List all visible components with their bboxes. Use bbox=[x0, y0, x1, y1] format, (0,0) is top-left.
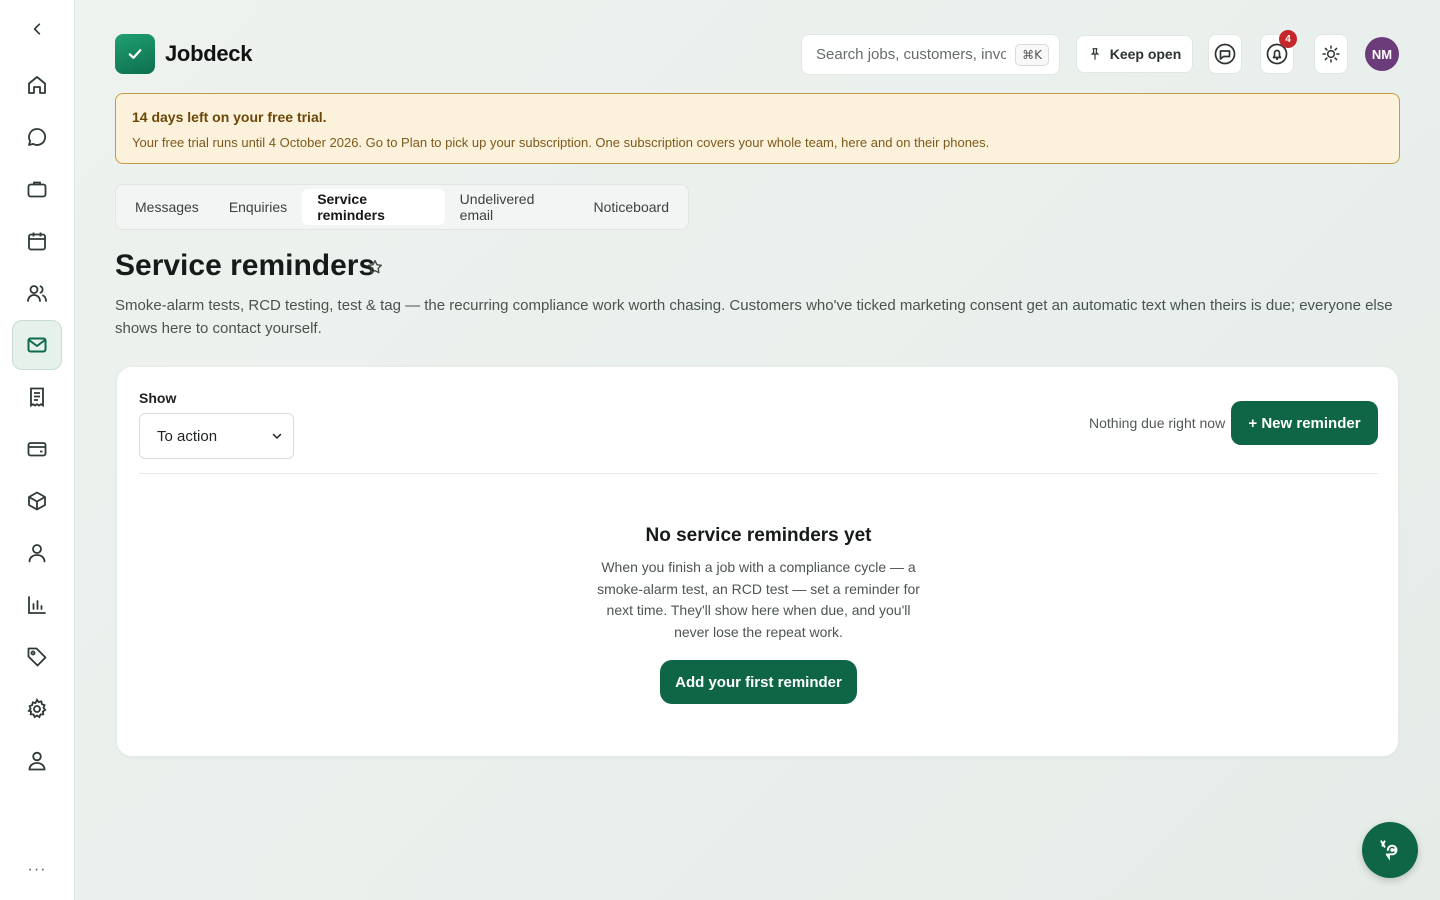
notification-badge: 4 bbox=[1279, 30, 1297, 48]
chat-icon bbox=[28, 128, 46, 146]
chat-bubble-icon bbox=[1214, 43, 1236, 65]
reminders-card: Show To action Nothing due right now + N… bbox=[116, 366, 1399, 757]
tag-icon bbox=[27, 647, 47, 667]
tab-service-reminders[interactable]: Service reminders bbox=[302, 189, 445, 225]
sidebar-item-products[interactable] bbox=[12, 476, 62, 526]
status-text: Nothing due right now bbox=[1089, 415, 1226, 431]
divider bbox=[139, 473, 1378, 474]
show-filter-value: To action bbox=[157, 427, 218, 445]
search-box[interactable]: ⌘K bbox=[801, 34, 1060, 75]
tab-noticeboard[interactable]: Noticeboard bbox=[579, 189, 685, 225]
star-icon bbox=[367, 259, 383, 274]
empty-state-title: No service reminders yet bbox=[645, 525, 872, 546]
calendar-icon bbox=[28, 232, 46, 251]
users-icon bbox=[27, 285, 47, 302]
tab-enquiries[interactable]: Enquiries bbox=[214, 189, 302, 225]
page-title: Service reminders bbox=[115, 249, 376, 282]
trial-banner: 14 days left on your free trial. Your fr… bbox=[115, 93, 1400, 164]
sidebar-item-calendar[interactable] bbox=[12, 216, 62, 266]
new-reminder-button[interactable]: + New reminder bbox=[1231, 401, 1378, 445]
sidebar-item-team[interactable] bbox=[12, 528, 62, 578]
sidebar-item-reports[interactable] bbox=[12, 580, 62, 630]
sidebar-collapse-button[interactable] bbox=[12, 4, 62, 54]
chevron-down-icon bbox=[272, 433, 282, 439]
tab-messages[interactable]: Messages bbox=[120, 189, 214, 225]
sidebar-item-settings[interactable] bbox=[12, 684, 62, 734]
briefcase-icon bbox=[27, 181, 47, 198]
sidebar-more-button[interactable]: ··· bbox=[12, 850, 62, 890]
search-input[interactable] bbox=[816, 46, 1006, 63]
receipt-icon bbox=[30, 387, 44, 408]
sidebar-item-messages[interactable] bbox=[12, 112, 62, 162]
wallet-icon bbox=[27, 442, 47, 457]
brand-name: Jobdeck bbox=[165, 41, 253, 66]
trial-title: 14 days left on your free trial. bbox=[132, 109, 327, 125]
inbox-tabs: Messages Enquiries Service reminders Und… bbox=[115, 184, 689, 230]
page-description: Smoke-alarm tests, RCD testing, test & t… bbox=[115, 297, 1393, 337]
favourite-button[interactable] bbox=[366, 258, 386, 278]
sidebar-item-customers[interactable] bbox=[12, 268, 62, 318]
chevron-left-icon bbox=[33, 23, 41, 35]
sidebar-item-payments[interactable] bbox=[12, 424, 62, 474]
person-icon bbox=[28, 544, 46, 563]
sidebar-item-invoices[interactable] bbox=[12, 372, 62, 422]
pin-icon bbox=[1090, 48, 1100, 60]
empty-state-text: When you finish a job with a compliance … bbox=[597, 559, 920, 640]
gear-icon bbox=[27, 697, 47, 719]
mail-icon bbox=[27, 337, 47, 353]
theme-toggle-button[interactable] bbox=[1314, 34, 1348, 74]
logo[interactable] bbox=[115, 34, 155, 74]
sidebar-item-account[interactable] bbox=[12, 736, 62, 786]
keep-open-button[interactable]: Keep open bbox=[1076, 35, 1193, 73]
keep-open-label: Keep open bbox=[1109, 46, 1182, 62]
user-icon bbox=[28, 751, 46, 771]
help-assistant-button[interactable] bbox=[1362, 822, 1418, 878]
user-avatar[interactable]: NM bbox=[1365, 37, 1399, 71]
sun-icon bbox=[1322, 45, 1340, 63]
assistant-icon bbox=[1380, 840, 1398, 861]
sidebar-item-jobs[interactable] bbox=[12, 164, 62, 214]
trial-text: Your free trial runs until 4 October 202… bbox=[132, 135, 990, 150]
sidebar-item-inbox[interactable] bbox=[12, 320, 62, 370]
show-filter-select[interactable]: To action bbox=[139, 413, 294, 459]
add-first-reminder-button[interactable]: Add your first reminder bbox=[660, 660, 857, 704]
notifications-button[interactable]: 4 bbox=[1260, 30, 1297, 74]
chat-button[interactable] bbox=[1208, 34, 1242, 74]
check-icon bbox=[128, 49, 142, 59]
box-icon bbox=[28, 491, 46, 511]
sidebar: ··· bbox=[0, 0, 75, 900]
tab-undelivered-email[interactable]: Undelivered email bbox=[445, 189, 579, 225]
sidebar-item-pricing[interactable] bbox=[12, 632, 62, 682]
search-shortcut: ⌘K bbox=[1015, 43, 1049, 66]
bar-chart-icon bbox=[28, 596, 46, 614]
home-icon bbox=[28, 76, 46, 94]
show-filter-label: Show bbox=[139, 390, 177, 406]
sidebar-item-home[interactable] bbox=[12, 60, 62, 110]
